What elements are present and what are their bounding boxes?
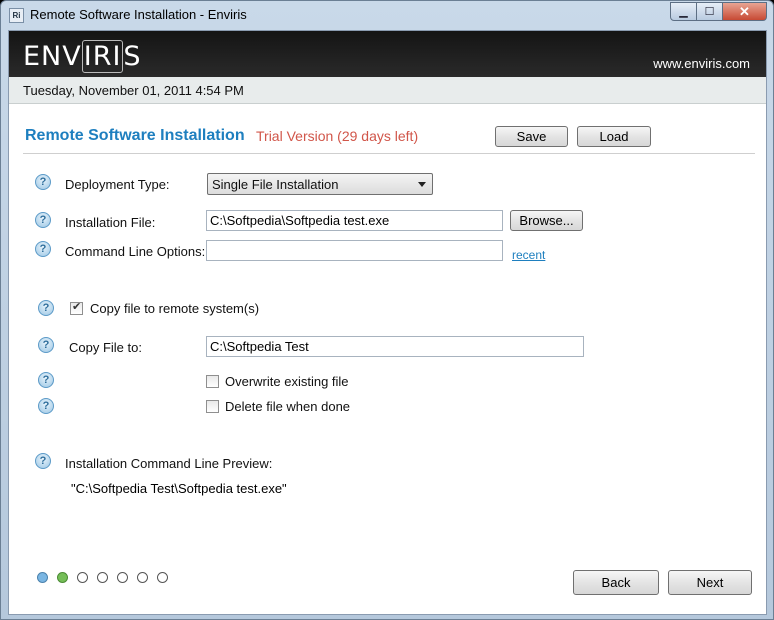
- step-indicator: [37, 572, 48, 583]
- header-banner: ENVIRIS www.enviris.com: [9, 31, 766, 77]
- step-indicator: [157, 572, 168, 583]
- copy-file-label[interactable]: Copy file to remote system(s): [90, 301, 259, 316]
- preview-label: Installation Command Line Preview:: [65, 456, 273, 471]
- help-icon[interactable]: ?: [38, 398, 54, 414]
- back-button[interactable]: Back: [573, 570, 659, 595]
- page-title: Remote Software Installation: [25, 127, 245, 144]
- client-area: ENVIRIS www.enviris.com Tuesday, Novembe…: [8, 30, 767, 615]
- window-title: Remote Software Installation - Enviris: [30, 7, 247, 22]
- recent-link[interactable]: recent: [512, 248, 545, 262]
- delete-checkbox[interactable]: [206, 400, 219, 413]
- website-link[interactable]: www.enviris.com: [653, 56, 750, 71]
- browse-button[interactable]: Browse...: [510, 210, 583, 231]
- trial-notice: Trial Version (29 days left): [256, 128, 419, 144]
- command-line-label: Command Line Options:: [65, 244, 206, 259]
- help-icon[interactable]: ?: [38, 337, 54, 353]
- save-button[interactable]: Save: [495, 126, 568, 147]
- overwrite-checkbox[interactable]: [206, 375, 219, 388]
- overwrite-label[interactable]: Overwrite existing file: [225, 374, 349, 389]
- step-indicator: [117, 572, 128, 583]
- chevron-down-icon: [418, 182, 426, 187]
- command-preview: "C:\Softpedia Test\Softpedia test.exe": [71, 481, 287, 496]
- copy-file-to-field[interactable]: C:\Softpedia Test: [206, 336, 584, 357]
- enviris-logo: ENVIRIS: [23, 40, 142, 73]
- minimize-button[interactable]: ▁: [670, 2, 697, 21]
- next-button[interactable]: Next: [668, 570, 752, 595]
- close-button[interactable]: ✕: [723, 2, 767, 21]
- delete-label[interactable]: Delete file when done: [225, 399, 350, 414]
- help-icon[interactable]: ?: [38, 372, 54, 388]
- step-indicator: [77, 572, 88, 583]
- deployment-type-label: Deployment Type:: [65, 177, 170, 192]
- date-bar: Tuesday, November 01, 2011 4:54 PM: [9, 77, 766, 104]
- help-icon[interactable]: ?: [35, 174, 51, 190]
- current-date: Tuesday, November 01, 2011 4:54 PM: [23, 83, 244, 98]
- command-line-field[interactable]: [206, 240, 503, 261]
- help-icon[interactable]: ?: [35, 453, 51, 469]
- step-indicator: [57, 572, 68, 583]
- divider: [23, 153, 755, 154]
- help-icon[interactable]: ?: [38, 300, 54, 316]
- deployment-type-value: Single File Installation: [212, 177, 339, 192]
- installation-file-label: Installation File:: [65, 215, 156, 230]
- copy-file-checkbox[interactable]: [70, 300, 83, 315]
- deployment-type-select[interactable]: Single File Installation: [207, 173, 433, 195]
- maximize-button[interactable]: ☐: [697, 2, 723, 21]
- app-icon[interactable]: Ri: [9, 8, 24, 23]
- step-indicator: [137, 572, 148, 583]
- app-window: Ri Remote Software Installation - Enviri…: [0, 0, 774, 620]
- copy-file-to-label: Copy File to:: [69, 340, 142, 355]
- step-indicator: [97, 572, 108, 583]
- installation-file-field[interactable]: C:\Softpedia\Softpedia test.exe: [206, 210, 503, 231]
- title-bar[interactable]: Ri Remote Software Installation - Enviri…: [1, 1, 773, 29]
- help-icon[interactable]: ?: [35, 241, 51, 257]
- load-button[interactable]: Load: [577, 126, 651, 147]
- help-icon[interactable]: ?: [35, 212, 51, 228]
